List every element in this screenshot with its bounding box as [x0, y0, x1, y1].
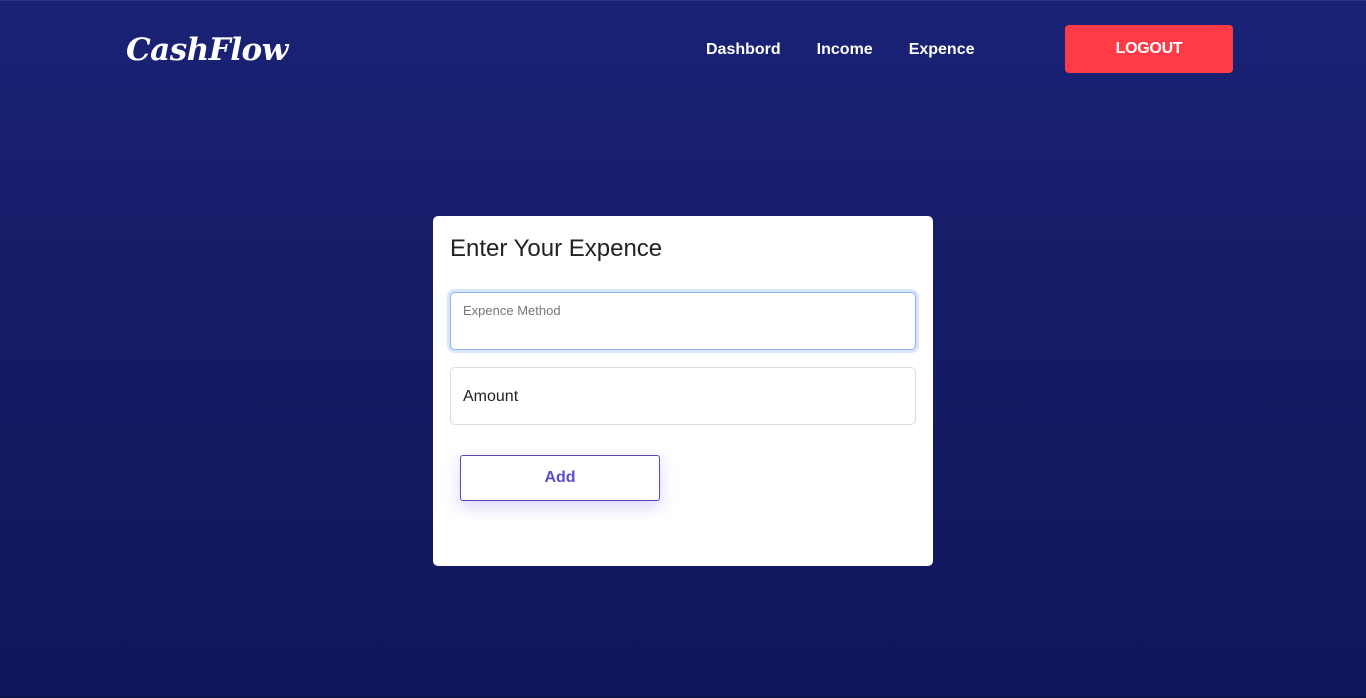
expence-method-field[interactable]: Expence Method	[450, 292, 916, 350]
expence-method-input[interactable]	[463, 323, 903, 341]
logo[interactable]: CashFlow	[126, 28, 288, 72]
expence-form-card: Enter Your Expence Expence Method Add	[433, 216, 933, 566]
expence-method-label: Expence Method	[463, 303, 561, 318]
nav-links: Dashbord Income Expence	[706, 40, 975, 60]
navbar: CashFlow Dashbord Income Expence LOGOUT	[0, 0, 1366, 100]
form-title: Enter Your Expence	[450, 235, 663, 262]
add-button[interactable]: Add	[460, 455, 660, 501]
nav-link-dashboard[interactable]: Dashbord	[706, 40, 781, 60]
amount-input[interactable]	[463, 387, 903, 407]
nav-link-expence[interactable]: Expence	[909, 40, 975, 60]
amount-field[interactable]	[450, 367, 916, 425]
logout-button[interactable]: LOGOUT	[1065, 25, 1233, 73]
nav-link-income[interactable]: Income	[817, 40, 873, 60]
